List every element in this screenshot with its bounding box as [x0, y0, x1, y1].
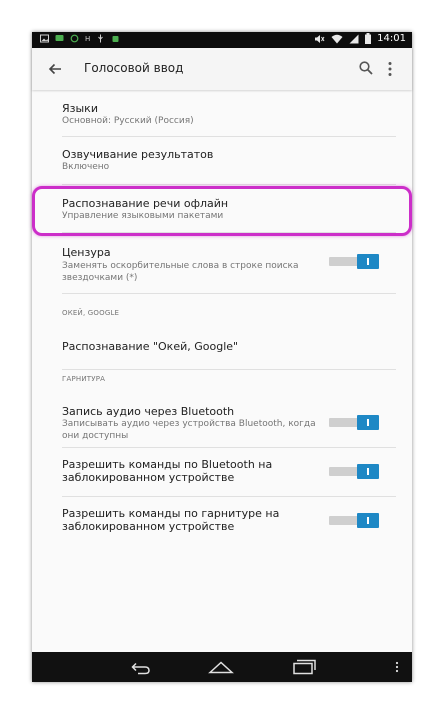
setting-subtitle: Включено — [62, 162, 110, 172]
arrow-back-icon[interactable] — [46, 60, 64, 78]
setting-title: Распознавание "Окей, Google" — [62, 340, 239, 353]
status-left-icons: H — [40, 34, 120, 43]
usb-icon — [98, 34, 104, 43]
nav-home-icon[interactable] — [207, 659, 235, 675]
setting-subtitle-cont: звездочками (*) — [62, 273, 138, 283]
setting-speech-output[interactable]: Озвучивание результатов Включено — [32, 137, 412, 184]
setting-subtitle-cont: они доступны — [62, 431, 129, 441]
setting-title-cont: заблокированном устройстве — [62, 520, 235, 533]
bt-locked-toggle[interactable] — [329, 464, 379, 479]
setting-headset-locked[interactable]: Разрешить команды по гарнитуре на заблок… — [32, 497, 412, 545]
sync-icon — [70, 34, 79, 43]
battery-icon — [365, 33, 372, 44]
status-right-icons: 14:01 — [314, 33, 406, 44]
setting-subtitle: Заменять оскорбительные слова в строке п… — [62, 261, 299, 271]
page-title: Голосовой ввод — [84, 61, 184, 75]
wifi-icon — [331, 34, 343, 43]
setting-bt-audio[interactable]: Запись аудио через Bluetooth Записывать … — [32, 395, 412, 447]
mute-icon — [315, 34, 325, 43]
message-icon — [55, 35, 64, 41]
setting-title: Языки — [62, 102, 98, 115]
section-header-ok-google: ОКЕЙ, GOOGLE — [62, 309, 120, 317]
nav-recent-icon[interactable] — [291, 659, 317, 675]
status-bar: H 14:01 — [32, 32, 412, 48]
device-screen: H 14:01 Голосовой ввод Языки Основной: Р… — [32, 32, 412, 682]
search-icon[interactable] — [358, 60, 374, 76]
setting-title-cont: заблокированном устройстве — [62, 471, 235, 484]
section-header-headset: ГАРНИТУРА — [62, 375, 106, 383]
setting-title: Разрешить команды по гарнитуре на — [62, 507, 280, 520]
bt-audio-toggle[interactable] — [329, 415, 379, 430]
setting-languages[interactable]: Языки Основной: Русский (Россия) — [32, 90, 412, 136]
setting-title: Цензура — [62, 246, 111, 259]
android-icon — [112, 36, 119, 42]
signal-icon — [349, 34, 359, 43]
nav-back-icon[interactable] — [128, 659, 152, 675]
app-toolbar: Голосовой ввод — [32, 48, 412, 90]
setting-bt-locked[interactable]: Разрешить команды по Bluetooth на заблок… — [32, 448, 412, 496]
setting-subtitle: Основной: Русский (Россия) — [62, 116, 194, 126]
gallery-icon — [40, 34, 49, 43]
setting-title: Запись аудио через Bluetooth — [62, 405, 235, 418]
nav-menu-icon[interactable] — [394, 661, 400, 673]
divider — [62, 293, 396, 294]
setting-censor[interactable]: Цензура Заменять оскорбительные слова в … — [32, 233, 412, 293]
setting-title: Озвучивание результатов — [62, 148, 214, 161]
navigation-bar — [32, 652, 412, 682]
headset-locked-toggle[interactable] — [329, 513, 379, 528]
h-plus-icon: H — [85, 34, 91, 43]
highlight-frame — [32, 186, 412, 236]
setting-ok-google[interactable]: Распознавание "Окей, Google" — [32, 325, 412, 369]
status-time: 14:01 — [377, 33, 406, 44]
censor-toggle[interactable] — [329, 254, 379, 269]
divider — [62, 369, 396, 370]
more-vert-icon[interactable] — [386, 60, 394, 78]
setting-subtitle: Записывать аудио через устройства Blueto… — [62, 419, 316, 429]
setting-title: Разрешить команды по Bluetooth на — [62, 458, 273, 471]
